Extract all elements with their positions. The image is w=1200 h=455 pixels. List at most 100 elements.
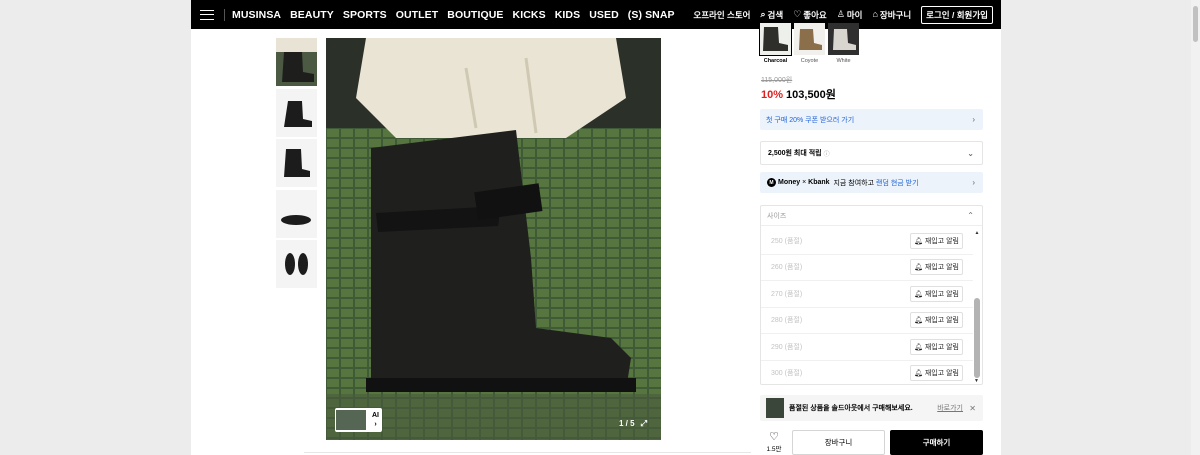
color-label-charcoal: Charcoal: [763, 58, 788, 64]
size-list: 250 (품절) 🔔︎ 재입고 알림 260 (품절) 🔔︎ 재입고 알림 270 …: [761, 228, 973, 385]
size-name: 290 (품절): [771, 343, 803, 351]
buy-now-button[interactable]: 구매하기: [890, 430, 983, 455]
chevron-right-icon: ›: [374, 421, 377, 428]
restock-alert-button[interactable]: 🔔︎ 재입고 알림: [909, 285, 963, 302]
restock-alert-button[interactable]: 🔔︎ 재입고 알림: [909, 312, 963, 329]
heart-icon: ♡: [769, 431, 779, 443]
size-row[interactable]: 300 (품절) 🔔︎ 재입고 알림: [761, 361, 973, 385]
size-row[interactable]: 290 (품절) 🔔︎ 재입고 알림: [761, 334, 973, 361]
nav-link-kicks[interactable]: KICKS: [513, 9, 546, 21]
money-link: 랜덤 현금 받기: [876, 179, 919, 187]
nav-link-sports[interactable]: SPORTS: [343, 9, 387, 21]
nav-link-musinsa[interactable]: MUSINSA: [232, 9, 281, 21]
like-button[interactable]: ♡ 1.5만: [764, 431, 784, 453]
coupon-banner[interactable]: 첫 구매 20% 쿠폰 받으러 가기 ›: [760, 109, 983, 130]
color-options: Charcoal Coyote White: [759, 22, 859, 64]
heart-icon: ♡: [793, 9, 802, 19]
nav-link-used[interactable]: USED: [589, 9, 619, 21]
size-list-scrollbar[interactable]: ▲ ▼: [974, 230, 980, 384]
scrollbar-thumb[interactable]: [974, 298, 980, 378]
bell-icon: 🔔︎: [913, 237, 923, 245]
thumbnail-2[interactable]: [276, 88, 317, 137]
cart-label: 장바구니: [879, 9, 912, 20]
search-link[interactable]: ⌕ 검색: [761, 9, 784, 21]
color-option-charcoal[interactable]: Charcoal: [759, 22, 792, 64]
window-scrollbar[interactable]: [1191, 0, 1200, 455]
add-to-cart-button[interactable]: 장바구니: [792, 430, 885, 455]
size-row[interactable]: 280 (품절) 🔔︎ 재입고 알림: [761, 308, 973, 334]
menu-icon[interactable]: [200, 9, 214, 20]
nav-link-outlet[interactable]: OUTLET: [396, 9, 439, 21]
chevron-right-icon: ›: [972, 178, 975, 187]
coupon-text: 첫 구매 20% 쿠폰 받으러 가기: [766, 116, 855, 124]
soldout-link[interactable]: 바로가기: [937, 403, 963, 413]
expand-icon[interactable]: ⤢: [641, 419, 647, 429]
color-label-white: White: [836, 58, 851, 64]
chevron-right-icon: ›: [972, 115, 975, 124]
money-times: ×: [802, 179, 807, 186]
bell-icon: 🔔︎: [913, 343, 923, 351]
restock-label: 재입고 알림: [924, 264, 959, 272]
nav-links: MUSINSA BEAUTY SPORTS OUTLET BOUTIQUE KI…: [232, 9, 675, 21]
nav-link-beauty[interactable]: BEAUTY: [290, 9, 334, 21]
my-label: 마이: [846, 9, 863, 20]
color-label-coyote: Coyote: [800, 58, 819, 64]
size-selector: 사이즈 ⌃ 250 (품절) 🔔︎ 재입고 알림 260 (품절) 🔔︎ 재입고 알…: [760, 205, 983, 385]
bell-icon: 🔔︎: [913, 317, 923, 325]
restock-label: 재입고 알림: [924, 343, 959, 351]
thumbnail-5[interactable]: [276, 240, 317, 288]
kbank-brand: Kbank: [808, 179, 830, 186]
bell-icon: 🔔︎: [913, 370, 923, 378]
restock-label: 재입고 알림: [924, 237, 959, 245]
restock-alert-button[interactable]: 🔔︎ 재입고 알림: [909, 338, 963, 355]
bag-icon: ⌂: [872, 9, 878, 19]
cart-link[interactable]: ⌂ 장바구니: [872, 9, 911, 21]
thumbnail-3[interactable]: [276, 139, 317, 187]
soldout-banner: 품절된 상품을 솔드아웃에서 구매해보세요. 바로가기 ✕: [760, 395, 983, 421]
restock-alert-button[interactable]: 🔔︎ 재입고 알림: [909, 365, 963, 382]
nav-link-kids[interactable]: KIDS: [555, 9, 581, 21]
ai-search-badge[interactable]: AI ›: [335, 408, 382, 432]
nav-link-boutique[interactable]: BOUTIQUE: [447, 9, 503, 21]
close-icon[interactable]: ✕: [969, 404, 976, 413]
size-select-header[interactable]: 사이즈 ⌃: [761, 206, 982, 226]
size-name: 260 (품절): [771, 264, 803, 272]
window-scrollbar-thumb[interactable]: [1193, 6, 1198, 42]
color-swatch-coyote: [794, 23, 825, 55]
restock-label: 재입고 알림: [924, 370, 959, 378]
scroll-down-icon[interactable]: ▼: [974, 378, 979, 384]
user-icon: ♙: [836, 9, 845, 19]
divider: [304, 452, 751, 453]
restock-label: 재입고 알림: [924, 317, 959, 325]
size-name: 270 (품절): [771, 290, 803, 298]
offline-store-link[interactable]: 오프라인 스토어: [693, 9, 750, 21]
size-name: 300 (품절): [771, 370, 803, 378]
ai-preview-thumb: [336, 410, 366, 430]
search-label: 검색: [767, 9, 784, 20]
restock-alert-button[interactable]: 🔔︎ 재입고 알림: [909, 259, 963, 276]
size-row[interactable]: 260 (품절) 🔔︎ 재입고 알림: [761, 255, 973, 281]
color-option-coyote[interactable]: Coyote: [794, 23, 825, 64]
size-name: 250 (품절): [771, 237, 803, 245]
likes-link[interactable]: ♡ 좋아요: [793, 9, 827, 21]
points-dropdown[interactable]: 2,500원 최대 적립 ⓘ ⌄: [760, 141, 983, 165]
nav-link-snap[interactable]: (S) SNAP: [628, 9, 675, 21]
my-link[interactable]: ♙ 마이: [837, 9, 863, 21]
size-row[interactable]: 270 (품절) 🔔︎ 재입고 알림: [761, 281, 973, 308]
money-kbank-banner[interactable]: M Money × Kbank 지금 참여하고 랜덤 현금 받기 ›: [760, 172, 983, 193]
like-count: 1.5만: [766, 446, 782, 453]
points-text: 2,500원 최대 적립: [768, 150, 822, 157]
thumbnail-1[interactable]: [276, 38, 317, 86]
main-product-image[interactable]: [326, 38, 661, 440]
bell-icon: 🔔︎: [913, 290, 923, 298]
login-button[interactable]: 로그인 / 회원가입: [921, 5, 993, 24]
scroll-up-icon[interactable]: ▲: [974, 230, 980, 236]
chevron-down-icon: ⌄: [967, 148, 974, 158]
restock-alert-button[interactable]: 🔔︎ 재입고 알림: [909, 232, 963, 249]
color-option-white[interactable]: White: [828, 23, 859, 64]
bell-icon: 🔔︎: [913, 264, 923, 272]
thumbnail-4[interactable]: [276, 189, 317, 238]
size-row[interactable]: 250 (품절) 🔔︎ 재입고 알림: [761, 228, 973, 255]
likes-label: 좋아요: [803, 9, 827, 20]
color-swatch-charcoal: [759, 22, 792, 56]
